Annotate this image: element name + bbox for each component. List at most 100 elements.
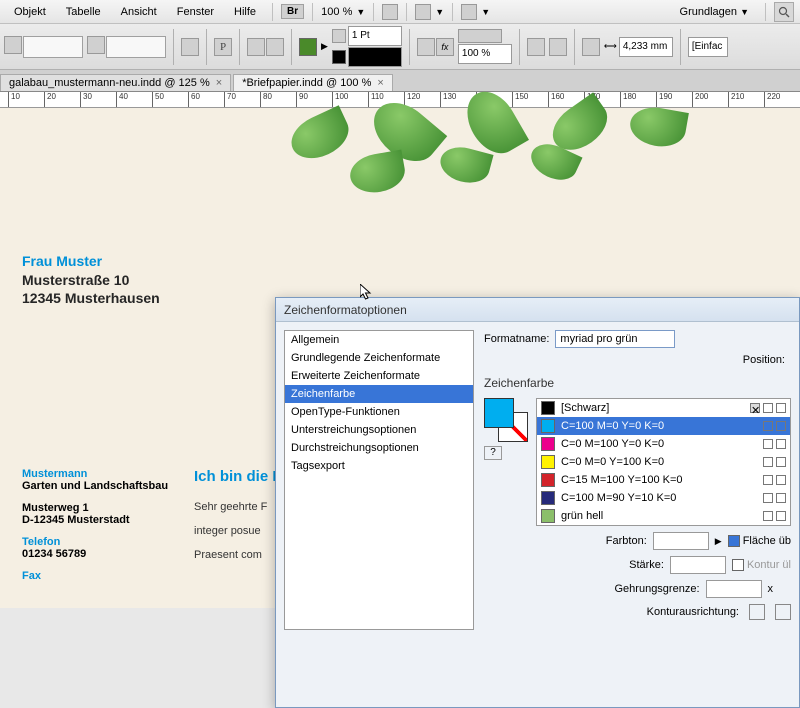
color-mode-icon (776, 457, 786, 467)
category-item[interactable]: Allgemein (285, 331, 473, 349)
color-row[interactable]: C=100 M=90 Y=10 K=0 (537, 489, 790, 507)
miter-x: x (768, 583, 774, 595)
letter-heading: Ich bin die H (194, 468, 283, 485)
position-label: Position: (484, 354, 791, 366)
tint-input[interactable] (653, 532, 709, 550)
sender-city: D-12345 Musterstadt (22, 514, 168, 526)
letter-body[interactable]: Ich bin die H Sehr geehrte F integer pos… (194, 468, 283, 573)
blend-mode-dropdown[interactable] (458, 29, 502, 43)
menu-objekt[interactable]: Objekt (6, 3, 54, 21)
anchor-icon[interactable] (181, 38, 199, 56)
color-mode-icon (776, 493, 786, 503)
corner-icon[interactable] (549, 38, 567, 56)
category-item[interactable]: Zeichenfarbe (285, 385, 473, 403)
color-row[interactable]: C=0 M=100 Y=0 K=0 (537, 435, 790, 453)
category-item[interactable]: Durchstreichungsoptionen (285, 439, 473, 457)
color-row[interactable]: [Schwarz]✕ (537, 399, 790, 417)
address-block[interactable]: Frau Muster Musterstraße 10 12345 Muster… (22, 253, 160, 308)
align-inside-icon[interactable] (775, 604, 791, 620)
stroke-align-label: Konturausrichtung: (647, 606, 739, 618)
ruler-tick: 70 (224, 92, 236, 108)
color-type-icon (763, 403, 773, 413)
color-swatch-icon (541, 419, 555, 433)
fill-swatch[interactable] (299, 38, 317, 56)
text-icon[interactable]: P (214, 38, 232, 56)
miter-input[interactable] (706, 580, 762, 598)
color-row[interactable]: C=100 M=0 Y=0 K=0 (537, 417, 790, 435)
color-swatch-icon (541, 473, 555, 487)
leaves-graphic (260, 98, 720, 288)
leading-field[interactable] (106, 36, 166, 58)
arrange-icon[interactable] (461, 4, 477, 20)
ruler-tick: 220 (764, 92, 780, 108)
miter-label: Gehrungsgrenze: (615, 583, 700, 595)
stroke-style-dropdown[interactable] (348, 47, 402, 67)
color-swatch-icon (541, 437, 555, 451)
font-size-field[interactable] (23, 36, 83, 58)
style-dropdown[interactable]: [Einfac (688, 37, 728, 57)
tab-galabau[interactable]: galabau_mustermann-neu.indd @ 125 %× (0, 74, 231, 91)
opacity-input[interactable]: 100 % (458, 44, 512, 64)
color-row[interactable]: grün hell (537, 507, 790, 525)
color-name: C=100 M=90 Y=10 K=0 (561, 492, 676, 504)
bridge-button[interactable]: Br (281, 4, 304, 19)
category-item[interactable]: Grundlegende Zeichenformate (285, 349, 473, 367)
width-input[interactable]: 4,233 mm (619, 37, 673, 57)
canvas[interactable]: Frau Muster Musterstraße 10 12345 Muster… (0, 108, 800, 600)
menu-tabelle[interactable]: Tabelle (58, 3, 109, 21)
swatch-preview[interactable] (484, 398, 528, 442)
fax-label: Fax (22, 570, 168, 582)
paragraph-2: Praesent com (194, 549, 283, 561)
color-name: C=0 M=0 Y=100 K=0 (561, 456, 664, 468)
color-type-icon (763, 511, 773, 521)
category-item[interactable]: OpenType-Funktionen (285, 403, 473, 421)
phone-label: Telefon (22, 536, 168, 548)
color-type-icon (763, 457, 773, 467)
close-icon[interactable]: × (377, 77, 383, 89)
section-title: Zeichenfarbe (484, 376, 791, 390)
workspace-dropdown[interactable]: Grundlagen ▼ (672, 3, 757, 21)
color-type-icon (763, 475, 773, 485)
fill-override-checkbox[interactable] (728, 535, 740, 547)
category-item[interactable]: Erweiterte Zeichenformate (285, 367, 473, 385)
view-options-icon[interactable] (382, 4, 398, 20)
color-row[interactable]: C=15 M=100 Y=100 K=0 (537, 471, 790, 489)
weight-input[interactable] (670, 556, 726, 574)
stroke-weight-input[interactable]: 1 Pt (348, 26, 402, 46)
fx-icon[interactable]: fx (436, 38, 454, 56)
menu-ansicht[interactable]: Ansicht (113, 3, 165, 21)
menu-fenster[interactable]: Fenster (169, 3, 222, 21)
align-center-icon[interactable] (749, 604, 765, 620)
frame-fit-icon[interactable] (582, 38, 600, 56)
effects-icon[interactable] (417, 38, 435, 56)
selection-icon[interactable] (4, 36, 22, 54)
color-swatch-icon (541, 455, 555, 469)
category-list[interactable]: AllgemeinGrundlegende ZeichenformateErwe… (284, 330, 474, 630)
tab-briefpapier[interactable]: *Briefpapier.indd @ 100 %× (233, 74, 393, 91)
search-icon[interactable] (774, 2, 794, 22)
leading-icon (87, 36, 105, 54)
stroke-override-checkbox[interactable] (732, 559, 744, 571)
close-icon[interactable]: × (216, 77, 222, 89)
text-wrap-icon[interactable] (527, 38, 545, 56)
distribute-icon[interactable] (247, 38, 265, 56)
align-icon[interactable] (266, 38, 284, 56)
menu-hilfe[interactable]: Hilfe (226, 3, 264, 21)
category-item[interactable]: Unterstreichungsoptionen (285, 421, 473, 439)
ruler-tick: 10 (8, 92, 20, 108)
format-name-label: Formatname: (484, 333, 549, 345)
format-name-input[interactable] (555, 330, 675, 348)
dialog-title[interactable]: Zeichenformatoptionen (276, 298, 799, 322)
swatch-info-icon[interactable]: ? (484, 446, 502, 460)
sender-footer[interactable]: Mustermann Garten und Landschaftsbau Mus… (22, 468, 168, 582)
ruler-tick: 30 (80, 92, 92, 108)
greeting: Sehr geehrte F (194, 501, 283, 513)
lock-icon: ✕ (750, 403, 760, 413)
category-item[interactable]: Tagsexport (285, 457, 473, 475)
fill-override-label: Fläche üb (743, 535, 791, 547)
zoom-level[interactable]: 100 % (321, 6, 352, 18)
color-row[interactable]: C=0 M=0 Y=100 K=0 (537, 453, 790, 471)
color-list[interactable]: [Schwarz]✕C=100 M=0 Y=0 K=0C=0 M=100 Y=0… (536, 398, 791, 526)
color-type-icon (763, 493, 773, 503)
screen-mode-icon[interactable] (415, 4, 431, 20)
